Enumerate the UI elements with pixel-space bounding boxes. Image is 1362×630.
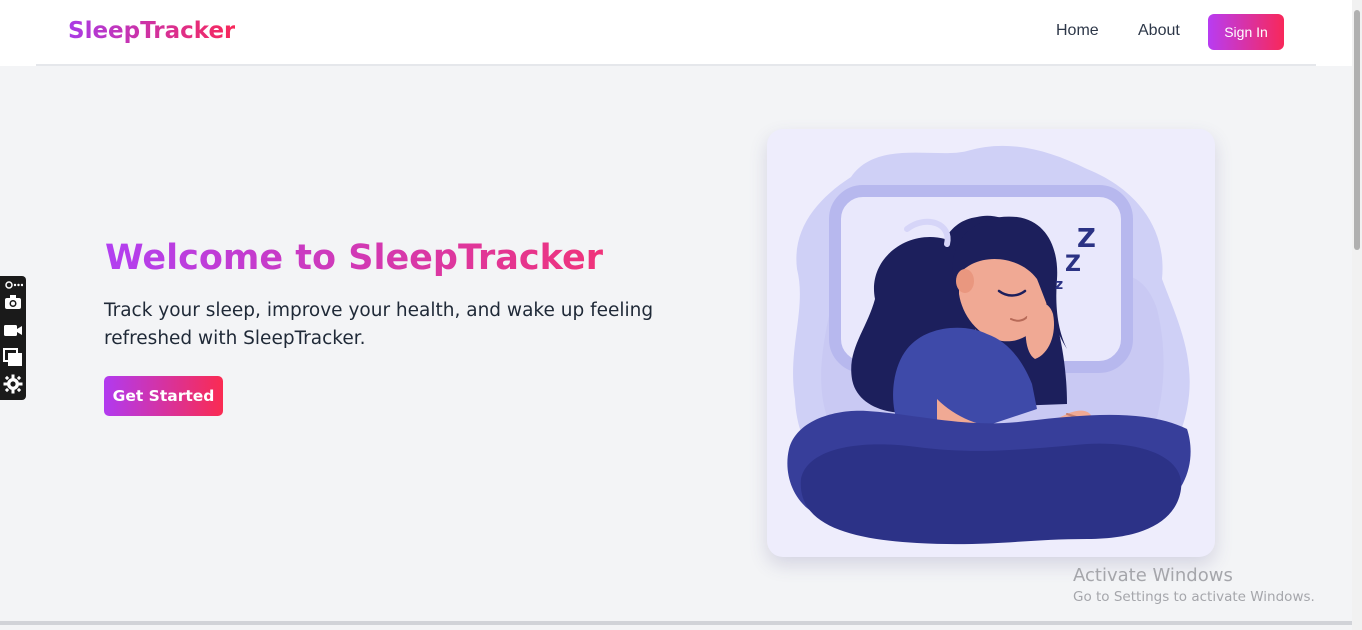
zzz-medium: Z	[1065, 252, 1081, 277]
navbar-divider	[36, 64, 1316, 66]
activation-watermark-subtitle: Go to Settings to activate Windows.	[1073, 589, 1315, 605]
ear	[956, 269, 974, 293]
zzz-small: z	[1055, 277, 1063, 293]
hero-subtitle: Track your sleep, improve your health, a…	[104, 300, 654, 349]
navbar: SleepTracker Home About Sign In	[0, 0, 1352, 66]
gear-icon[interactable]	[3, 374, 23, 394]
sleep-illustration: Z Z z	[767, 129, 1215, 557]
sign-in-button[interactable]: Sign In	[1208, 14, 1284, 50]
activation-watermark-title: Activate Windows	[1073, 565, 1233, 586]
scrollbar-thumb[interactable]	[1354, 10, 1360, 250]
side-toolbar	[0, 276, 26, 400]
nav-link-home[interactable]: Home	[1056, 22, 1099, 40]
camera-icon[interactable]	[3, 292, 23, 312]
vertical-scrollbar[interactable]	[1352, 0, 1362, 630]
get-started-button[interactable]: Get Started	[104, 376, 223, 416]
windows-icon[interactable]	[3, 347, 23, 367]
hero-title: Welcome to SleepTracker	[105, 238, 603, 278]
bottom-divider	[0, 621, 1352, 625]
brand-logo[interactable]: SleepTracker	[68, 18, 235, 44]
blanket-front	[800, 443, 1182, 545]
video-icon[interactable]	[3, 320, 23, 340]
zzz-large: Z	[1077, 224, 1096, 254]
link-icon[interactable]	[3, 278, 24, 290]
nav-link-about[interactable]: About	[1138, 22, 1180, 40]
